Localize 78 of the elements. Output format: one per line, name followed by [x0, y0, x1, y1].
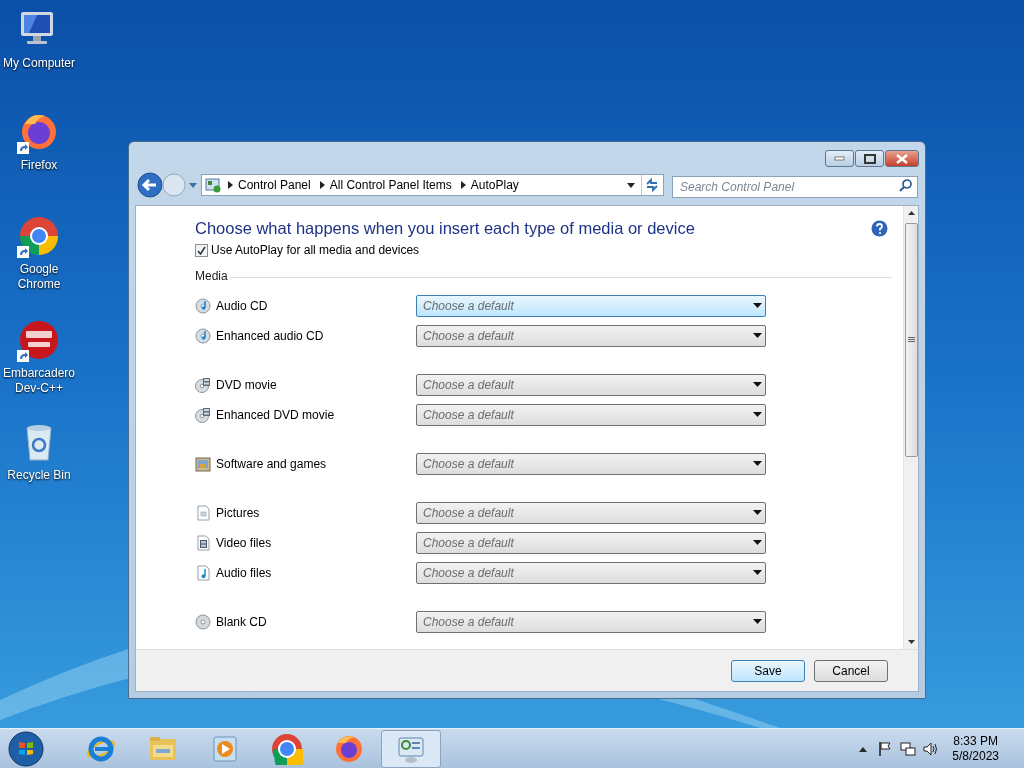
- media-type-label: Blank CD: [216, 614, 268, 631]
- close-icon: [896, 153, 908, 164]
- maximize-button[interactable]: [855, 150, 884, 167]
- breadcrumb-item[interactable]: AutoPlay: [470, 176, 522, 194]
- caret-icon: [753, 619, 762, 625]
- media-dropdown[interactable]: Choose a default: [416, 453, 766, 475]
- breadcrumb-item[interactable]: All Control Panel Items: [329, 176, 455, 194]
- flag-icon[interactable]: [877, 740, 894, 757]
- icon-label[interactable]: Embarcadero Dev-C++: [0, 366, 78, 396]
- page-heading: Choose what happens when you insert each type of media or device: [195, 218, 695, 238]
- cd-music-icon: [195, 328, 211, 344]
- caret-icon: [753, 333, 762, 339]
- recent-pages-button[interactable]: [188, 180, 198, 190]
- media-type-label: Enhanced audio CD: [216, 328, 325, 345]
- media-type-label: Software and games: [216, 456, 328, 473]
- speaker-icon[interactable]: [922, 740, 939, 757]
- icon-label[interactable]: Google Chrome: [0, 262, 78, 292]
- software-box-icon: [195, 456, 211, 472]
- media-dropdown[interactable]: Choose a default: [416, 374, 766, 396]
- search-field[interactable]: Search Control Panel: [672, 176, 918, 198]
- address-bar[interactable]: Control Panel All Control Panel Items AutoPlay: [201, 174, 664, 196]
- icon-label[interactable]: Firefox: [19, 158, 59, 173]
- media-type-label: Audio CD: [216, 298, 269, 315]
- media-dropdown[interactable]: Choose a default: [416, 404, 766, 426]
- media-type-label: Enhanced DVD movie: [216, 407, 336, 424]
- media-dropdown[interactable]: Choose a default: [416, 532, 766, 554]
- shortcut-arrow-icon: [17, 350, 29, 362]
- taskbar-button[interactable]: [381, 729, 441, 768]
- section-label: Media: [195, 268, 229, 285]
- start-button[interactable]: [7, 729, 45, 768]
- chrome-icon[interactable]: [17, 214, 61, 258]
- checkbox-label: Use AutoPlay for all media and devices: [211, 242, 420, 259]
- minimize-button[interactable]: [825, 150, 854, 167]
- media-dropdown[interactable]: Choose a default: [416, 562, 766, 584]
- scrollbar[interactable]: [903, 206, 918, 649]
- dialog-button[interactable]: Save: [731, 659, 805, 682]
- video-file-icon: [195, 535, 211, 551]
- icon-label[interactable]: My Computer: [2, 56, 76, 71]
- picture-file-icon: [195, 505, 211, 521]
- minimize-icon: [834, 156, 845, 161]
- media-type-label: Pictures: [216, 505, 261, 522]
- cd-music-icon: [195, 298, 211, 314]
- grip-icon: [907, 337, 915, 343]
- caret-icon: [753, 303, 762, 309]
- network-icon[interactable]: [899, 740, 918, 757]
- search-icon: [899, 178, 913, 192]
- breadcrumb-item[interactable]: Control Panel: [238, 176, 314, 194]
- autoplay-checkbox[interactable]: [195, 243, 208, 257]
- dialog-button[interactable]: Cancel: [814, 659, 888, 682]
- media-type-label: Audio files: [216, 565, 273, 582]
- caret-icon: [753, 570, 762, 576]
- clock[interactable]: 8:33 PM 5/8/2023: [952, 733, 999, 764]
- control-panel-icon: [204, 177, 222, 193]
- media-type-label: Video files: [216, 535, 273, 552]
- icon-label[interactable]: Recycle Bin: [6, 468, 72, 483]
- close-button[interactable]: [885, 150, 919, 167]
- chrome-icon: [271, 732, 303, 765]
- caret-icon: [753, 461, 762, 467]
- blank-disc-icon: [195, 614, 211, 630]
- caret-icon: [753, 412, 762, 418]
- dvd-film-icon: [195, 377, 211, 393]
- app-logo-icon[interactable]: [17, 318, 61, 362]
- dvd-film-icon: [195, 407, 211, 423]
- scrollbar-thumb[interactable]: [904, 223, 918, 457]
- media-dropdown[interactable]: Choose a default: [416, 502, 766, 524]
- shortcut-arrow-icon: [17, 246, 29, 258]
- media-dropdown[interactable]: Choose a default: [416, 295, 766, 317]
- caret-icon: [753, 510, 762, 516]
- caret-icon: [753, 540, 762, 546]
- media-type-label: DVD movie: [216, 377, 278, 394]
- shortcut-arrow-icon: [17, 142, 29, 154]
- maximize-icon: [863, 153, 876, 164]
- back-button[interactable]: [137, 172, 163, 198]
- media-dropdown[interactable]: Choose a default: [416, 325, 766, 347]
- audio-file-icon: [195, 565, 211, 581]
- media-dropdown[interactable]: Choose a default: [416, 611, 766, 633]
- help-icon[interactable]: [871, 219, 888, 237]
- caret-icon: [753, 382, 762, 388]
